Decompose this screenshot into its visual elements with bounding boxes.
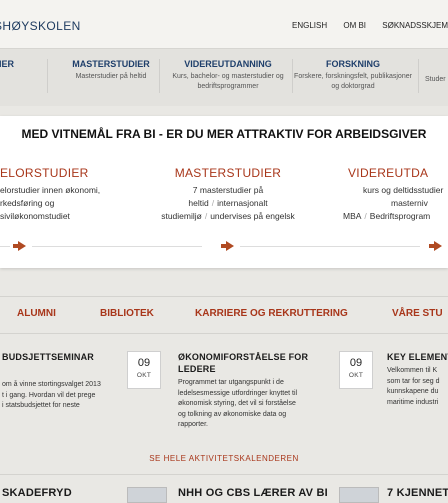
divider-line (0, 474, 448, 475)
arrow-right-icon[interactable] (221, 241, 234, 251)
site-logo[interactable]: SHØYSKOLEN (0, 19, 81, 33)
column-heading: MASTERSTUDIER (174, 166, 282, 180)
activity-calendar-link[interactable]: SE HELE AKTIVITETSKALENDEREN (0, 454, 448, 463)
event-title: BUDSJETTSEMINAR (2, 352, 95, 362)
event-title: KEY ELEMENT (387, 352, 448, 362)
top-bar: SHØYSKOLEN ENGLISH OM BI SØKNADSSKJEMA (0, 0, 448, 48)
hero-column-bachelor[interactable]: ELORSTUDIER elorstudier innen økonomi, r… (0, 166, 106, 223)
divider-line (0, 246, 10, 247)
column-heading: VIDEREUTDA (348, 166, 429, 180)
top-links: ENGLISH OM BI SØKNADSSKJEMA (292, 21, 448, 30)
event-description: om å vinne stortingsvalget 2013 t i gang… (2, 381, 101, 409)
divider-line (32, 246, 202, 247)
top-link-application[interactable]: SØKNADSSKJEMA (382, 21, 448, 30)
column-heading: ELORSTUDIER (0, 166, 89, 180)
secondary-nav: ALUMNI BIBLIOTEK KARRIERE OG REKRUTTERIN… (0, 296, 448, 334)
news-thumbnail[interactable] (339, 487, 379, 503)
arrow-right-icon[interactable] (429, 241, 442, 251)
date-badge: 09 OKT (127, 351, 161, 389)
subnav-karriere[interactable]: KARRIERE OG REKRUTTERING (195, 308, 348, 319)
news-title[interactable]: NHH OG CBS LÆRER AV BI (178, 487, 328, 499)
hero-card: MED VITNEMÅL FRA BI - ER DU MER ATTRAKTI… (0, 116, 448, 268)
hero-column-master[interactable]: MASTERSTUDIER 7 masterstudier på heltid /… (153, 166, 303, 223)
main-nav: UDIER MASTERSTUDIER Masterstudier på hel… (0, 48, 448, 106)
event-description: Programmet tar utgangspunkt i de ledelse… (178, 379, 298, 428)
divider-line (240, 246, 420, 247)
arrow-right-icon[interactable] (13, 241, 26, 251)
top-link-about[interactable]: OM BI (343, 21, 366, 30)
top-link-english[interactable]: ENGLISH (292, 21, 327, 30)
subnav-alumni[interactable]: ALUMNI (17, 308, 56, 319)
news-thumbnail[interactable] (127, 487, 167, 503)
hero-column-videreutdanning[interactable]: VIDEREUTDA kurs og deltidsstudier master… (343, 166, 448, 223)
news-title[interactable]: 7 KJENNETE (387, 487, 448, 499)
nav-item-forskning[interactable]: FORSKNING Forskere, forskningsfelt, publ… (278, 59, 428, 92)
event-description: Velkommen til K som tar for seg d kunnsk… (387, 367, 440, 406)
subnav-vare-studier[interactable]: VÅRE STU (392, 308, 443, 319)
event-title: ØKONOMIFORSTÅELSE FOR LEDERE (178, 352, 309, 374)
subnav-bibliotek[interactable]: BIBLIOTEK (100, 308, 154, 319)
nav-item-studer[interactable]: Studer (425, 59, 448, 85)
news-title[interactable]: SKADEFRYD (2, 487, 72, 499)
date-badge: 09 OKT (339, 351, 373, 389)
hero-title: MED VITNEMÅL FRA BI - ER DU MER ATTRAKTI… (21, 127, 427, 141)
nav-divider (418, 59, 419, 93)
